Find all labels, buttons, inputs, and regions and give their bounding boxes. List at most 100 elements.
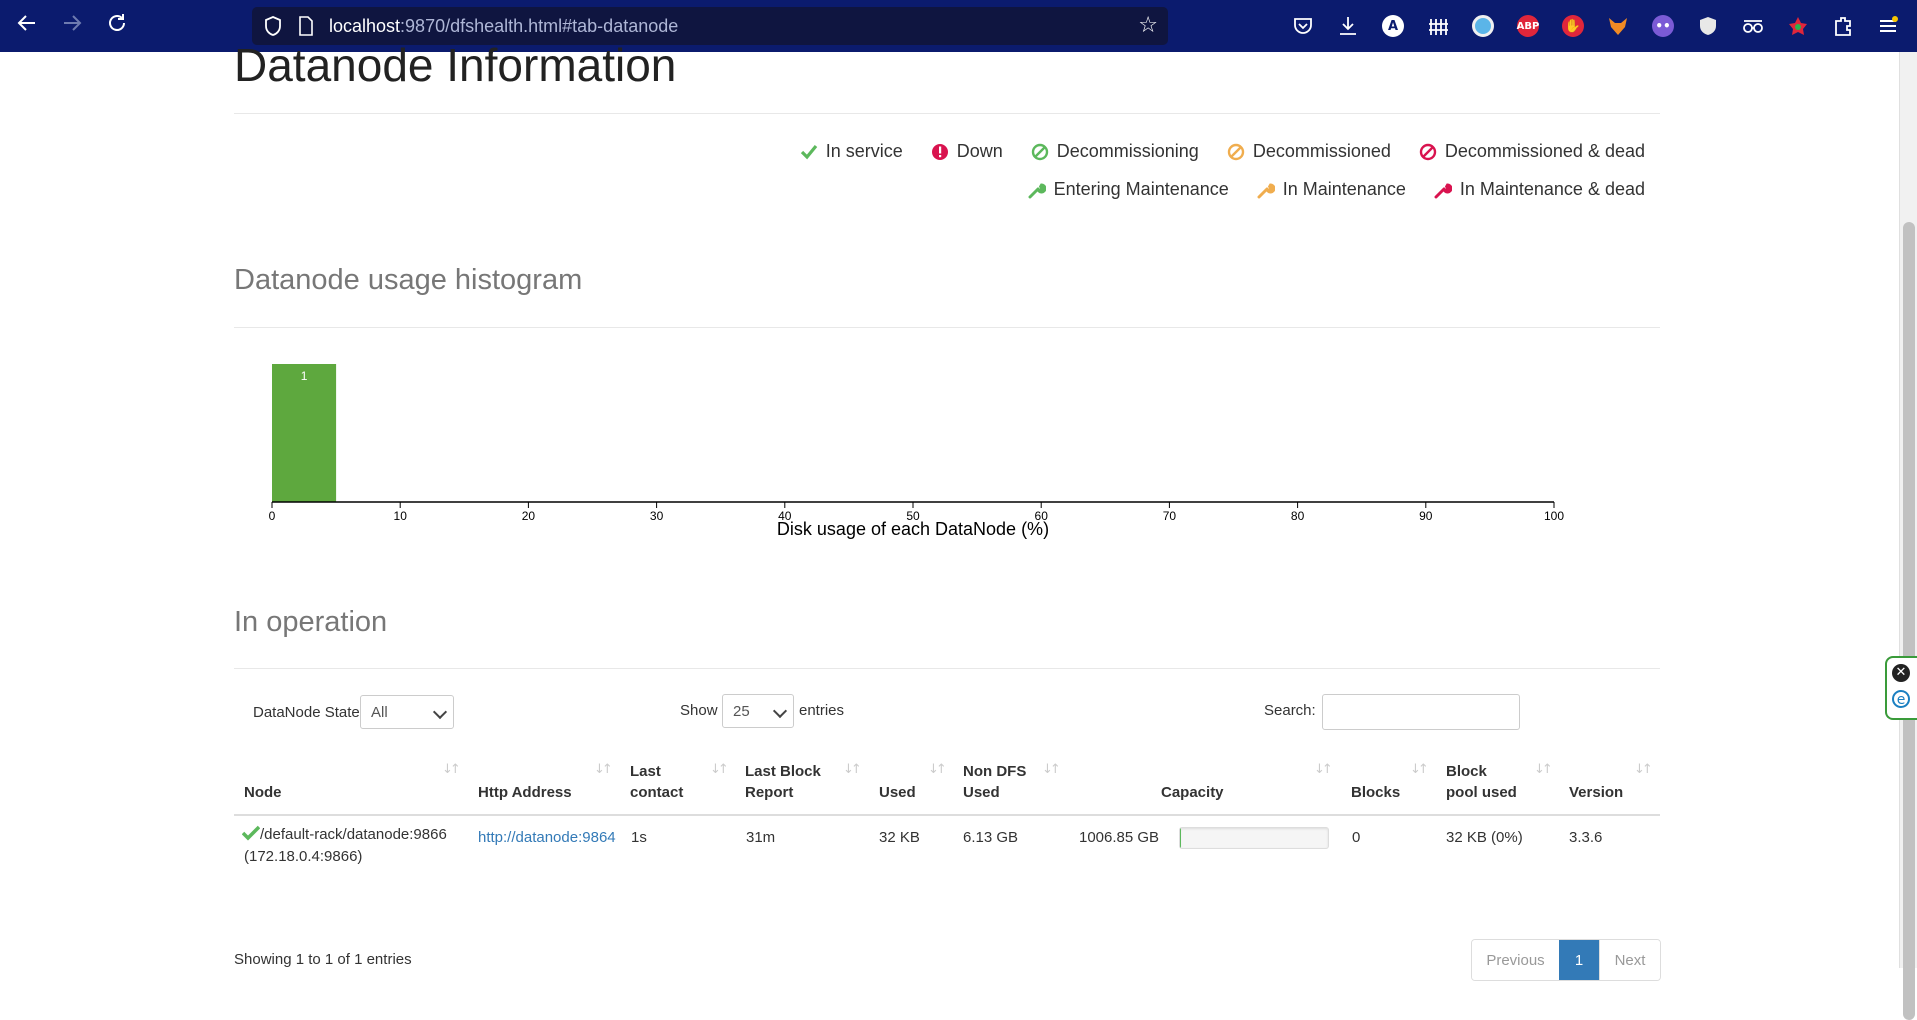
legend-item: In service [800, 141, 903, 162]
entries-per-page-select[interactable]: 25 [722, 694, 794, 728]
e-extension-icon[interactable]: e [1892, 690, 1910, 708]
datanode-state-label: DataNode State [253, 704, 360, 721]
search-input[interactable] [1322, 694, 1520, 730]
ban-icon [1031, 143, 1049, 161]
header-node[interactable]: Node [244, 782, 282, 803]
search-label: Search: [1264, 702, 1316, 719]
close-icon[interactable]: ✕ [1892, 664, 1910, 682]
header-block-pool-used[interactable]: Block pool used [1446, 761, 1517, 803]
header-blocks[interactable]: Blocks [1351, 782, 1400, 803]
legend-row: In service Down Decommissioning Decommissio… [800, 141, 1645, 162]
header-last-block-report[interactable]: Last Block Report [745, 761, 821, 803]
sort-icon[interactable]: ↓↑ [1314, 762, 1333, 777]
check-icon [800, 143, 818, 161]
last-contact-value: 1s [631, 829, 647, 846]
previous-button[interactable]: Previous [1472, 940, 1559, 980]
sort-icon[interactable]: ↓↑ [594, 762, 613, 777]
usage-histogram: 10 10 20 30 40 50 60 70 80 90 100Disk usage of eac… [269, 364, 1564, 539]
page-scrollbar[interactable] [1899, 52, 1917, 1020]
sort-icon[interactable]: ↓↑ [843, 762, 862, 777]
table-info: Showing 1 to 1 of 1 entries [234, 951, 412, 968]
legend-label: Decommissioned [1252, 141, 1391, 161]
histogram-bar-label: 1 [301, 369, 308, 383]
ban-icon [1227, 143, 1245, 161]
legend-item: Decommissioned & dead [1419, 141, 1645, 162]
operation-heading: In operation [234, 606, 388, 638]
url-text[interactable]: localhost:9870/dfshealth.html#tab-datano… [329, 16, 678, 37]
legend-label: In service [825, 141, 903, 161]
capacity-progress-fill [1180, 828, 1182, 848]
sort-icon[interactable]: ↓↑ [1042, 762, 1061, 777]
sort-icon[interactable]: ↓↑ [928, 762, 947, 777]
stop-hand-icon[interactable]: ✋ [1560, 13, 1586, 39]
legend-label: Entering Maintenance [1053, 179, 1229, 199]
circle-extension-icon[interactable] [1470, 13, 1496, 39]
legend-item: Down [931, 141, 1003, 162]
bookmark-star-icon[interactable]: ☆ [1138, 13, 1158, 38]
header-used[interactable]: Used [879, 782, 916, 803]
header-capacity[interactable]: Capacity [1161, 782, 1224, 803]
ghost-extension-icon[interactable]: •• [1650, 13, 1676, 39]
x-tick-label: 10 [394, 509, 408, 523]
legend-label: Decommissioned & dead [1444, 141, 1645, 161]
header-version[interactable]: Version [1569, 782, 1623, 803]
x-tick-label: 100 [1544, 509, 1564, 523]
datanode-state-value: All [371, 703, 388, 721]
sort-icon[interactable]: ↓↑ [442, 762, 461, 777]
sort-icon[interactable]: ↓↑ [1410, 762, 1429, 777]
shield-extension-icon[interactable] [1695, 13, 1721, 39]
datanode-state-select[interactable]: All [360, 695, 454, 729]
reload-button[interactable] [103, 12, 131, 40]
next-button[interactable]: Next [1599, 940, 1660, 980]
x-tick-label: 80 [1291, 509, 1305, 523]
header-non-dfs-used[interactable]: Non DFS Used [963, 761, 1026, 803]
back-button[interactable] [13, 12, 41, 40]
glasses-extension-icon[interactable] [1740, 13, 1766, 39]
capacity-value: 1006.85 GB [1079, 829, 1160, 846]
wrench-icon [1028, 181, 1046, 199]
histogram-bar [272, 364, 337, 502]
sort-icon[interactable]: ↓↑ [1534, 762, 1553, 777]
check-icon [241, 825, 261, 841]
fence-extension-icon[interactable] [1425, 13, 1451, 39]
wrench-icon [1434, 181, 1452, 199]
legend-label: In Maintenance & dead [1459, 179, 1645, 199]
http-address-link[interactable]: http://datanode:9864 [478, 827, 616, 848]
entries-value: 25 [733, 702, 750, 720]
colorful-star-extension-icon[interactable] [1785, 13, 1811, 39]
legend-label: Decommissioning [1056, 141, 1199, 161]
extensions-puzzle-icon[interactable] [1830, 13, 1856, 39]
download-icon[interactable] [1335, 13, 1361, 39]
adblock-plus-icon[interactable]: ABP [1515, 13, 1541, 39]
sort-icon[interactable]: ↓↑ [1634, 762, 1653, 777]
forward-button[interactable] [58, 12, 86, 40]
page-icon[interactable] [298, 16, 314, 36]
legend-item: Decommissioned [1227, 141, 1391, 162]
node-cell: /default-rack/datanode:9866 [241, 824, 447, 845]
ban-icon [1419, 143, 1437, 161]
scrollbar-thumb[interactable] [1903, 222, 1915, 1020]
arrow-right-icon [64, 15, 82, 31]
menu-hamburger-icon[interactable] [1875, 13, 1901, 39]
legend-item: Decommissioning [1031, 141, 1199, 162]
pocket-icon[interactable] [1290, 13, 1316, 39]
used-value: 32 KB [879, 829, 920, 846]
legend-label: Down [956, 141, 1003, 161]
version-value: 3.3.6 [1569, 829, 1603, 846]
fox-extension-icon[interactable] [1605, 13, 1631, 39]
page-1-button[interactable]: 1 [1559, 940, 1599, 980]
legend-item: Entering Maintenance [1028, 179, 1229, 200]
wrench-icon [1257, 181, 1275, 199]
extension-a-icon[interactable]: A [1380, 13, 1406, 39]
divider [234, 668, 1660, 669]
header-http-address[interactable]: Http Address [478, 782, 572, 803]
legend-item: In Maintenance [1257, 179, 1406, 200]
shield-icon[interactable] [263, 15, 283, 37]
arrow-left-icon [17, 15, 35, 31]
legend-row: Entering Maintenance In Maintenance In Mai… [1028, 179, 1645, 200]
entries-label: entries [799, 702, 845, 719]
x-tick-label: 70 [1163, 509, 1177, 523]
sort-icon[interactable]: ↓↑ [710, 762, 729, 777]
x-axis-label: Disk usage of each DataNode (%) [777, 519, 1049, 539]
header-last-contact[interactable]: Last contact [630, 761, 683, 803]
